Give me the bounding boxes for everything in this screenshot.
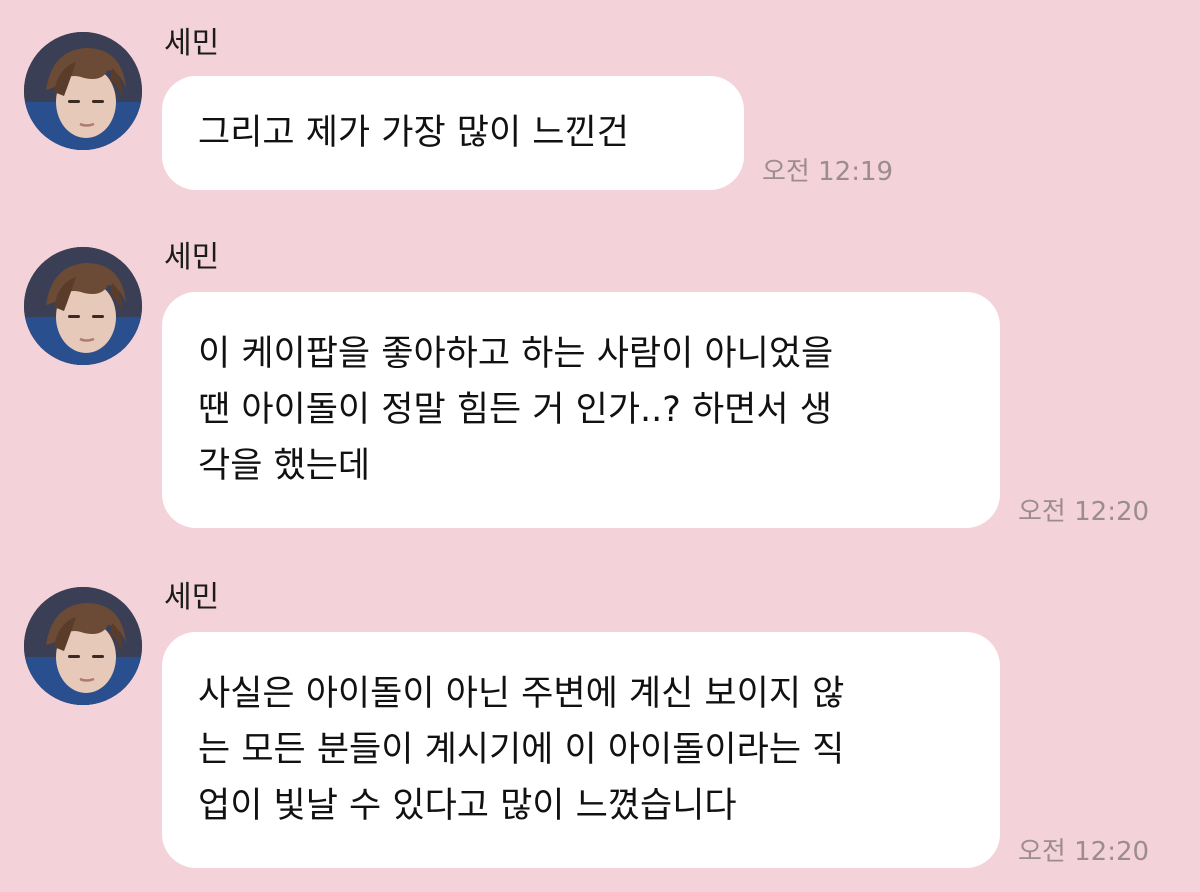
message-timestamp: 오전 12:19 (762, 157, 894, 187)
sender-name: 세민 (164, 240, 220, 275)
message-bubble[interactable]: 이 케이팝을 좋아하고 하는 사람이 아니었을 땐 아이돌이 정말 힘든 거 인… (162, 292, 1000, 528)
message-timestamp: 오전 12:20 (1018, 497, 1150, 527)
message-text-line: 그리고 제가 가장 많이 느낀건 (198, 113, 629, 153)
message-text-line: 는 모든 분들이 계시기에 이 아이돌이라는 직 (198, 730, 845, 770)
profile-photo-icon (24, 587, 142, 705)
message-text-line: 이 케이팝을 좋아하고 하는 사람이 아니었을 (198, 334, 834, 374)
message-text-line: 각을 했는데 (198, 446, 371, 486)
chat-transcript: 세민 그리고 제가 가장 많이 느낀건 오전 12:19 세민 이 케이팝을 좋… (0, 0, 1200, 892)
avatar[interactable] (24, 32, 142, 150)
message-timestamp: 오전 12:20 (1018, 837, 1150, 867)
message-bubble[interactable]: 사실은 아이돌이 아닌 주변에 계신 보이지 않 는 모든 분들이 계시기에 이… (162, 632, 1000, 868)
message-text-line: 사실은 아이돌이 아닌 주변에 계신 보이지 않 (198, 674, 845, 714)
message-text-line: 땐 아이돌이 정말 힘든 거 인가..? 하면서 생 (198, 390, 832, 430)
avatar[interactable] (24, 247, 142, 365)
avatar[interactable] (24, 587, 142, 705)
profile-photo-icon (24, 247, 142, 365)
sender-name: 세민 (164, 580, 220, 615)
message-text-line: 업이 빛날 수 있다고 많이 느꼈습니다 (198, 786, 737, 826)
message-bubble[interactable]: 그리고 제가 가장 많이 느낀건 (162, 76, 744, 190)
profile-photo-icon (24, 32, 142, 150)
sender-name: 세민 (164, 26, 220, 61)
